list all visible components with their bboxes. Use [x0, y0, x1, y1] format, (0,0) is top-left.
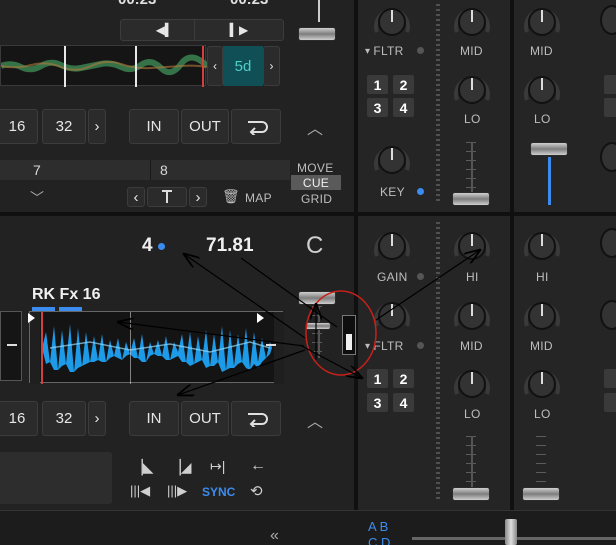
annotation-arrow-4: [178, 349, 306, 395]
annotation-overlay: [0, 0, 616, 545]
annotation-arrow-1: [240, 257, 338, 328]
annotation-arrow-3: [118, 322, 305, 347]
annotation-arrow-2: [184, 254, 306, 339]
annotation-arrow-5: [375, 250, 480, 321]
